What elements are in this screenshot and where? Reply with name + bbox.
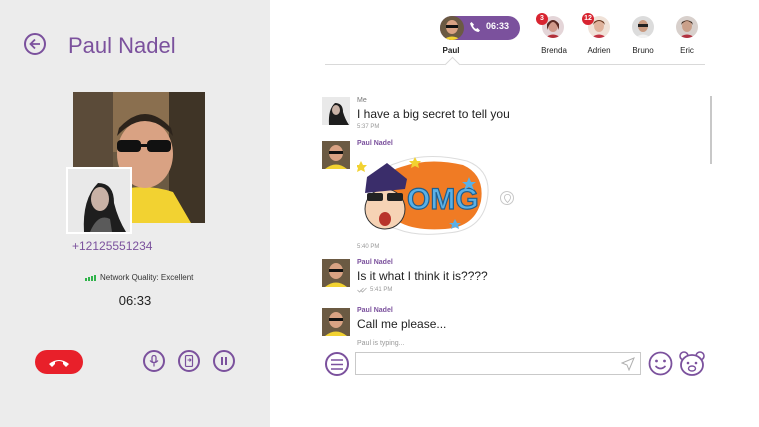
signal-icon [85,274,96,281]
omg-sticker[interactable]: OMG [355,153,491,239]
tab-eric[interactable] [676,16,698,38]
avatar [440,16,464,40]
back-button[interactable] [24,33,46,55]
network-quality: Network Quality: Excellent [85,273,193,282]
message-text: Is it what I think it is???? [357,269,488,283]
message-timestamp: 5:41 PM [357,287,392,293]
call-panel: Paul Nadel +12125551234 Network Quality: [0,0,270,427]
hang-up-icon [49,360,69,367]
sticker-text: OMG [407,183,479,216]
message-avatar-paul [322,141,350,169]
message-input[interactable] [355,352,641,375]
message-time: 5:37 PM [357,124,380,130]
message-text: Call me please... [357,317,447,331]
tab-label-adrien: Adrien [587,46,611,55]
tab-label-brenda: Brenda [541,46,567,55]
phone-icon [470,22,480,32]
emoji-icon[interactable] [648,351,673,376]
network-quality-label: Network Quality: Excellent [100,273,194,282]
end-call-button[interactable] [35,350,83,374]
message-sender: Paul Nadel [357,259,393,266]
conversation-scrollbar[interactable] [710,96,712,164]
transfer-to-phone-button[interactable] [178,350,200,372]
hold-button[interactable] [213,350,235,372]
more-options-button[interactable] [325,352,349,376]
message-sender: Paul Nadel [357,140,393,147]
message-time: 5:41 PM [370,287,393,293]
back-arrow-icon [29,38,40,50]
message-timestamp: 5:40 PM [357,244,379,250]
tab-paul-active-call[interactable]: 06:33 [440,16,520,40]
message-avatar-paul [322,259,350,287]
send-icon[interactable] [621,357,635,371]
tab-label-bruno: Bruno [632,46,654,55]
tab-call-timer: 06:33 [486,21,510,31]
message-sender: Me [357,97,367,104]
message-timestamp: 5:37 PM [357,124,379,130]
unread-badge-brenda: 3 [536,13,548,25]
unread-badge-adrien: 12 [582,13,594,25]
sticker-bear-icon[interactable] [678,350,706,377]
tab-bruno[interactable] [632,16,654,38]
delivered-check-icon [357,287,367,293]
mute-button[interactable] [143,350,165,372]
typing-indicator: Paul is typing... [357,340,405,347]
message-text: I have a big secret to tell you [357,107,510,121]
phone-number: +12125551234 [72,239,153,253]
tabs-divider [325,64,705,65]
message-avatar-paul [322,308,350,336]
location-pin-icon [504,194,511,203]
microphone-icon [149,355,159,367]
message-avatar-me [322,97,350,125]
call-duration: 06:33 [118,293,152,308]
sticker-info-button[interactable] [500,191,514,205]
tab-label-paul: Paul [442,46,460,55]
menu-icon [331,359,343,370]
phone-transfer-icon [184,355,194,367]
message-sender: Paul Nadel [357,307,393,314]
message-time: 5:40 PM [357,244,380,250]
contact-name: Paul Nadel [68,33,176,58]
active-tab-indicator [444,56,461,73]
my-photo [66,167,132,234]
pause-icon [221,357,227,365]
tab-label-eric: Eric [680,46,694,55]
